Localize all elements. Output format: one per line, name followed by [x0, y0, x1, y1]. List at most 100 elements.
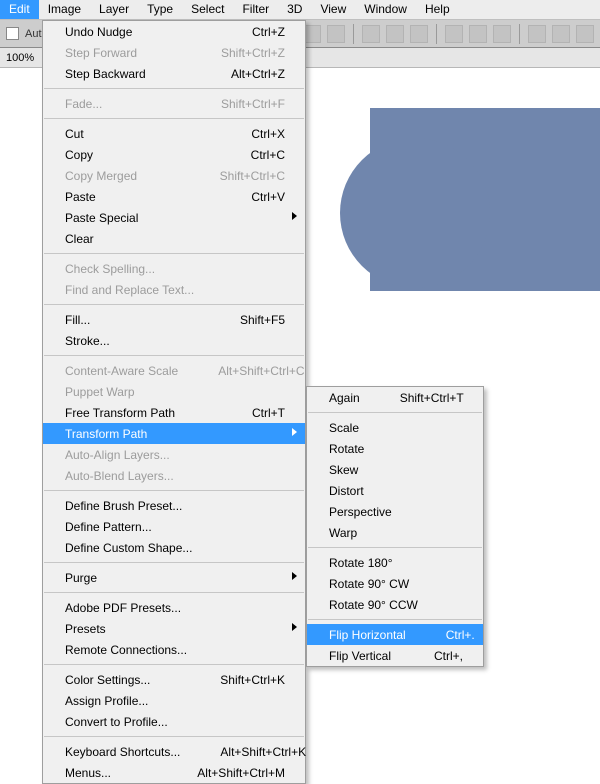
menu-item-label: Content-Aware Scale [65, 364, 218, 378]
menu-item-shortcut: Ctrl+. [446, 628, 475, 642]
menu-item-shortcut: Shift+Ctrl+Z [221, 46, 285, 60]
menu-item-label: Define Brush Preset... [65, 499, 285, 513]
menu-separator [44, 253, 304, 254]
menubar-item-help[interactable]: Help [416, 0, 459, 19]
transform-menu-item-flip-horizontal[interactable]: Flip HorizontalCtrl+. [307, 624, 483, 645]
edit-menu-item-clear[interactable]: Clear [43, 228, 305, 249]
edit-menu: Undo NudgeCtrl+ZStep ForwardShift+Ctrl+Z… [42, 20, 306, 784]
align-icon-5[interactable] [386, 25, 404, 43]
distribute-icon-4[interactable] [528, 25, 546, 43]
menu-item-label: Fill... [65, 313, 240, 327]
edit-menu-item-presets[interactable]: Presets [43, 618, 305, 639]
edit-menu-item-define-custom-shape[interactable]: Define Custom Shape... [43, 537, 305, 558]
menu-item-label: Flip Vertical [329, 649, 434, 663]
edit-menu-item-fill[interactable]: Fill...Shift+F5 [43, 309, 305, 330]
edit-menu-item-paste-special[interactable]: Paste Special [43, 207, 305, 228]
edit-menu-item-content-aware-scale: Content-Aware ScaleAlt+Shift+Ctrl+C [43, 360, 305, 381]
transform-menu-item-rotate-90-cw[interactable]: Rotate 90° CW [307, 573, 483, 594]
edit-menu-item-color-settings[interactable]: Color Settings...Shift+Ctrl+K [43, 669, 305, 690]
edit-menu-item-adobe-pdf-presets[interactable]: Adobe PDF Presets... [43, 597, 305, 618]
align-icon-3[interactable] [327, 25, 345, 43]
menubar-item-3d[interactable]: 3D [278, 0, 311, 19]
menu-item-label: Remote Connections... [65, 643, 285, 657]
menu-item-shortcut: Shift+Ctrl+F [221, 97, 285, 111]
transform-menu-item-flip-vertical[interactable]: Flip VerticalCtrl+, [307, 645, 483, 666]
menu-item-label: Warp [329, 526, 463, 540]
distribute-icon-5[interactable] [552, 25, 570, 43]
menu-item-label: Step Forward [65, 46, 221, 60]
distribute-icon-1[interactable] [445, 25, 463, 43]
menubar-item-select[interactable]: Select [182, 0, 233, 19]
edit-menu-item-define-brush-preset[interactable]: Define Brush Preset... [43, 495, 305, 516]
menu-item-label: Color Settings... [65, 673, 220, 687]
transform-menu-item-perspective[interactable]: Perspective [307, 501, 483, 522]
menu-separator [44, 562, 304, 563]
menubar-item-window[interactable]: Window [355, 0, 416, 19]
menu-item-label: Perspective [329, 505, 463, 519]
edit-menu-item-undo-nudge[interactable]: Undo NudgeCtrl+Z [43, 21, 305, 42]
align-icon-6[interactable] [410, 25, 428, 43]
menu-item-shortcut: Shift+Ctrl+C [220, 169, 285, 183]
transform-menu-item-distort[interactable]: Distort [307, 480, 483, 501]
menu-separator [44, 88, 304, 89]
menubar-item-layer[interactable]: Layer [90, 0, 138, 19]
menubar-item-image[interactable]: Image [39, 0, 90, 19]
menu-item-label: Scale [329, 421, 463, 435]
menu-item-label: Find and Replace Text... [65, 283, 285, 297]
menu-item-shortcut: Shift+Ctrl+K [220, 673, 285, 687]
menubar-item-edit[interactable]: Edit [0, 0, 39, 19]
transform-menu-item-skew[interactable]: Skew [307, 459, 483, 480]
menu-item-label: Skew [329, 463, 463, 477]
edit-menu-item-purge[interactable]: Purge [43, 567, 305, 588]
menu-item-shortcut: Shift+F5 [240, 313, 285, 327]
toolbar-separator [519, 24, 520, 44]
transform-menu-item-scale[interactable]: Scale [307, 417, 483, 438]
edit-menu-item-paste[interactable]: PasteCtrl+V [43, 186, 305, 207]
menu-item-shortcut: Ctrl+V [251, 190, 285, 204]
submenu-arrow-icon [292, 623, 297, 631]
menu-item-label: Again [329, 391, 400, 405]
distribute-icon-2[interactable] [469, 25, 487, 43]
menu-separator [44, 736, 304, 737]
align-icon-4[interactable] [362, 25, 380, 43]
transform-menu-item-again[interactable]: AgainShift+Ctrl+T [307, 387, 483, 408]
menu-item-shortcut: Ctrl+C [251, 148, 285, 162]
menu-separator [44, 118, 304, 119]
auto-checkbox[interactable] [6, 27, 19, 40]
menu-item-shortcut: Alt+Ctrl+Z [231, 67, 285, 81]
edit-menu-item-cut[interactable]: CutCtrl+X [43, 123, 305, 144]
edit-menu-item-copy[interactable]: CopyCtrl+C [43, 144, 305, 165]
menubar-item-filter[interactable]: Filter [233, 0, 278, 19]
edit-menu-item-free-transform-path[interactable]: Free Transform PathCtrl+T [43, 402, 305, 423]
transform-menu-item-rotate-90-ccw[interactable]: Rotate 90° CCW [307, 594, 483, 615]
edit-menu-item-keyboard-shortcuts[interactable]: Keyboard Shortcuts...Alt+Shift+Ctrl+K [43, 741, 305, 762]
shape-circle [340, 138, 490, 288]
menubar: EditImageLayerTypeSelectFilter3DViewWind… [0, 0, 600, 20]
menu-item-label: Cut [65, 127, 251, 141]
transform-menu-item-rotate-180[interactable]: Rotate 180° [307, 552, 483, 573]
transform-menu-item-rotate[interactable]: Rotate [307, 438, 483, 459]
submenu-arrow-icon [292, 572, 297, 580]
edit-menu-item-menus[interactable]: Menus...Alt+Shift+Ctrl+M [43, 762, 305, 783]
menu-item-label: Copy Merged [65, 169, 220, 183]
edit-menu-item-define-pattern[interactable]: Define Pattern... [43, 516, 305, 537]
menu-item-label: Presets [65, 622, 285, 636]
edit-menu-item-transform-path[interactable]: Transform Path [43, 423, 305, 444]
edit-menu-item-find-and-replace-text: Find and Replace Text... [43, 279, 305, 300]
edit-menu-item-remote-connections[interactable]: Remote Connections... [43, 639, 305, 660]
menu-item-label: Menus... [65, 766, 197, 780]
menu-separator [44, 304, 304, 305]
distribute-icon-6[interactable] [576, 25, 594, 43]
distribute-icon-3[interactable] [493, 25, 511, 43]
edit-menu-item-stroke[interactable]: Stroke... [43, 330, 305, 351]
menu-item-label: Transform Path [65, 427, 285, 441]
edit-menu-item-puppet-warp: Puppet Warp [43, 381, 305, 402]
menu-item-shortcut: Ctrl+Z [252, 25, 285, 39]
edit-menu-item-convert-to-profile[interactable]: Convert to Profile... [43, 711, 305, 732]
edit-menu-item-assign-profile[interactable]: Assign Profile... [43, 690, 305, 711]
menubar-item-type[interactable]: Type [138, 0, 182, 19]
menubar-item-view[interactable]: View [311, 0, 355, 19]
edit-menu-item-step-forward: Step ForwardShift+Ctrl+Z [43, 42, 305, 63]
edit-menu-item-step-backward[interactable]: Step BackwardAlt+Ctrl+Z [43, 63, 305, 84]
transform-menu-item-warp[interactable]: Warp [307, 522, 483, 543]
